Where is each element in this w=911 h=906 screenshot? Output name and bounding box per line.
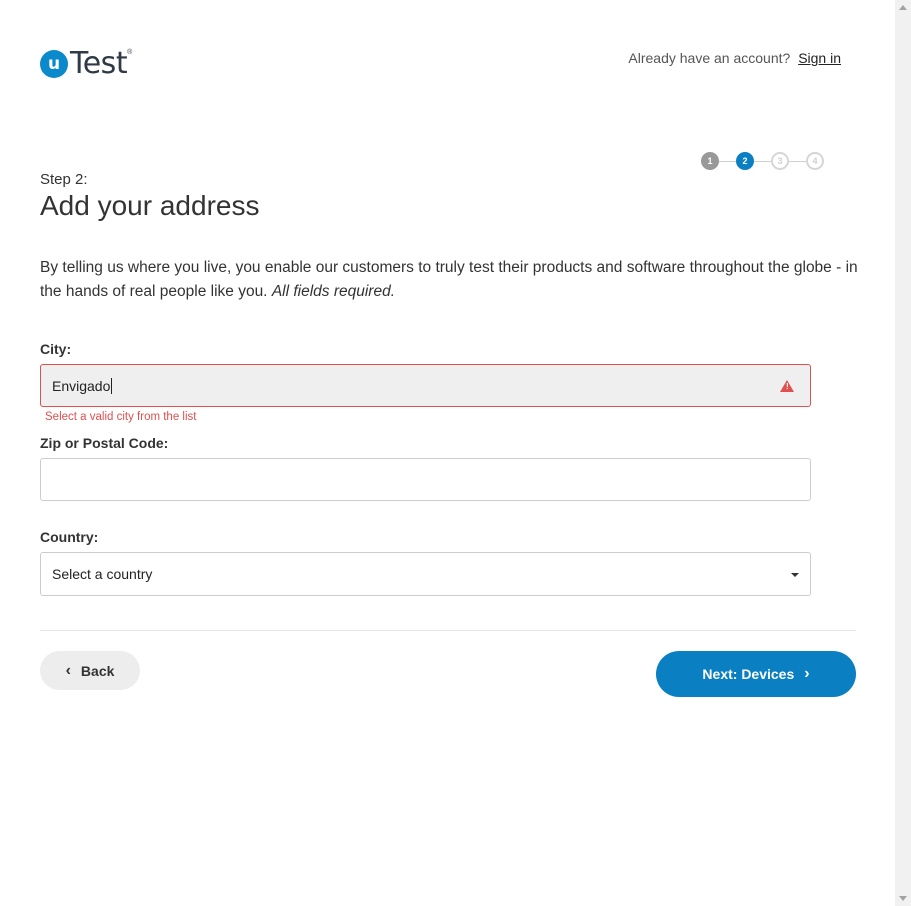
- zip-label: Zip or Postal Code:: [40, 435, 169, 451]
- dropdown-arrow-icon: [791, 573, 799, 577]
- step-1-indicator: 1: [701, 152, 719, 170]
- account-prompt-text: Already have an account?: [628, 50, 791, 66]
- intro-note: All fields required.: [271, 283, 396, 300]
- step-label: Step 2:: [40, 171, 88, 188]
- logo-u-icon: u: [40, 49, 68, 78]
- utest-logo[interactable]: u Test ®: [40, 46, 132, 81]
- logo-registered-mark: ®: [127, 49, 133, 56]
- logo-text: Test: [70, 46, 128, 81]
- step-connector: [789, 160, 806, 162]
- intro-text: By telling us where you live, you enable…: [40, 259, 858, 300]
- country-select-value: Select a country: [52, 566, 153, 582]
- city-label: City:: [40, 341, 72, 357]
- next-devices-button[interactable]: Next: Devices ›: [656, 651, 856, 697]
- signup-page: u Test ® Already have an account? Sign i…: [0, 0, 895, 906]
- step-connector: [754, 160, 771, 162]
- intro-paragraph: By telling us where you live, you enable…: [40, 256, 860, 304]
- vertical-scrollbar[interactable]: [895, 0, 911, 906]
- page-title: Add your address: [40, 190, 260, 221]
- step-3-indicator: 3: [771, 152, 789, 170]
- country-label: Country:: [40, 529, 99, 545]
- country-select[interactable]: Select a country: [40, 552, 811, 596]
- scroll-down-arrow-icon[interactable]: [899, 896, 907, 901]
- city-input[interactable]: Envigado !: [40, 364, 811, 407]
- back-button-label: Back: [80, 662, 115, 679]
- step-4-indicator: 4: [806, 152, 824, 170]
- city-error-message: Select a valid city from the list: [45, 411, 197, 423]
- back-button[interactable]: ‹ Back: [40, 651, 140, 690]
- step-connector: [719, 160, 736, 162]
- next-button-label: Next: Devices: [702, 666, 795, 682]
- scroll-up-arrow-icon[interactable]: [899, 5, 907, 10]
- chevron-right-icon: ›: [804, 665, 810, 682]
- progress-stepper: 1 2 3 4: [701, 152, 824, 170]
- sign-in-link[interactable]: Sign in: [798, 50, 841, 66]
- chevron-left-icon: ‹: [65, 661, 71, 679]
- form-divider: [40, 630, 856, 631]
- warning-icon: !: [780, 380, 794, 392]
- step-2-indicator: 2: [736, 152, 754, 170]
- zip-input[interactable]: [40, 458, 811, 501]
- city-input-value: Envigado: [52, 377, 111, 394]
- account-prompt: Already have an account? Sign in: [628, 50, 841, 66]
- text-cursor: [111, 377, 113, 394]
